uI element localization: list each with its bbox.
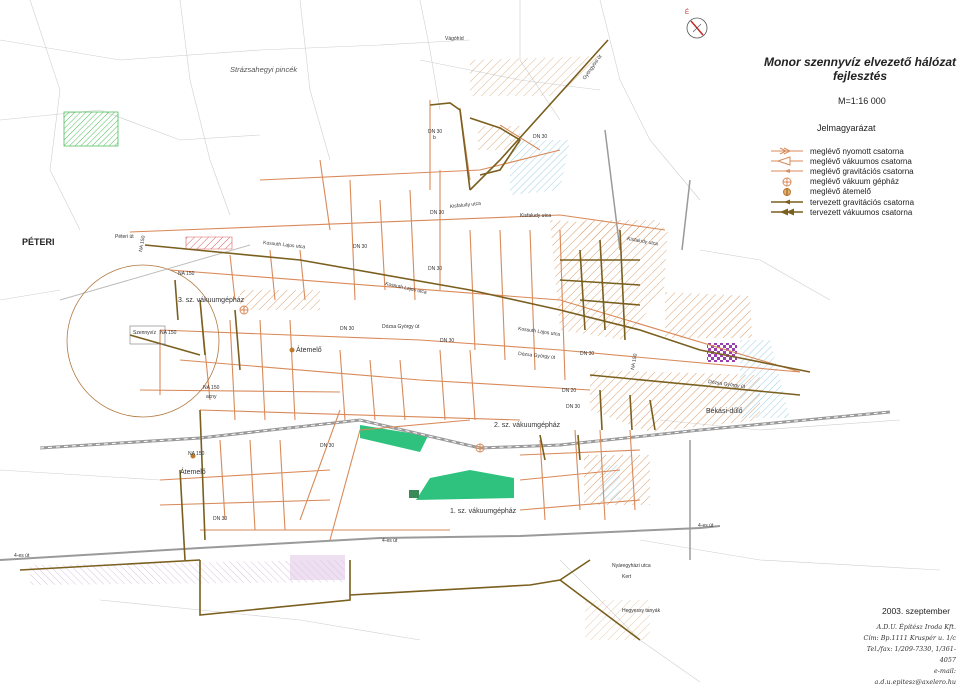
planned-gravity-icon [770, 197, 804, 207]
map-title: Monor szennyvíz elvezető hálózat fejlesz… [760, 55, 960, 83]
map-label: 2. sz. vákuumgépház [494, 422, 561, 429]
map-label: 4-es út [382, 538, 398, 544]
legend-label: meglévő nyomott csatorna [810, 146, 904, 156]
map-label: DN 30 [340, 326, 354, 332]
map-label: 3. sz. vákuumgépház [178, 297, 245, 304]
company-address: Cím: Bp.1111 Kruspér u. 1/c [863, 634, 956, 642]
map-label: NA 150 [188, 451, 205, 457]
park-green [416, 470, 514, 500]
map-label: NA 150 [630, 353, 639, 370]
building [409, 490, 419, 498]
map-label: NA 150 [160, 330, 177, 336]
map-label: Békási-dűlő [706, 408, 743, 415]
company-block: A.D.U. Építész Iroda Kft. Cím: Bp.1111 K… [852, 622, 956, 688]
map-label: Átemelő [180, 467, 206, 476]
hatched-zone [470, 56, 600, 96]
hatched-zone [240, 290, 320, 310]
map-label: Strázsahegyi pincék [230, 65, 298, 74]
company-name: A.D.U. Építész Iroda Kft. [876, 623, 956, 631]
map-label: DN 30 [430, 210, 444, 216]
legend-label: tervezett gravitációs csatorna [810, 197, 915, 207]
map-label: Dózsa György út [518, 351, 556, 361]
legend-label: tervezett vákuumos csatorna [810, 207, 913, 217]
company-email: e-mail: a.d.u.epitesz@axelero.hu [874, 667, 957, 686]
green-zone [63, 111, 119, 147]
map-label: Péteri út [115, 234, 134, 240]
map-label: Kossuth Lajos utca [385, 281, 428, 296]
map-label: Kert [622, 574, 632, 580]
title-line-1: Monor szennyvíz elvezető hálózat [763, 55, 957, 69]
legend-item: tervezett gravitációs csatorna [770, 197, 960, 207]
map-label: DN 30 [580, 351, 594, 357]
legend-label: meglévő gravitációs csatorna [810, 166, 914, 176]
legend-label: meglévő átemelő [810, 187, 871, 197]
map-label: Kossuth Lajos utca [518, 326, 561, 338]
issue-date: 2003. szeptember [882, 606, 951, 616]
map-label: DN 30 [320, 443, 334, 449]
legend-label: meglévő vákuumos csatorna [810, 156, 912, 166]
purple-zone [290, 555, 345, 580]
road-4 [0, 525, 721, 561]
vacuum-station-icon [770, 177, 804, 187]
title-line-2: fejlesztés [832, 69, 888, 83]
map-label: Kisfaludy utca [450, 201, 482, 210]
north-arrow-icon: É [685, 9, 708, 39]
zone-areas [30, 56, 790, 640]
pressure-pipe-icon [770, 146, 804, 156]
map-label: DN 30 [213, 516, 227, 522]
service-area-circle [66, 264, 220, 418]
company-phone: Tel./fax: 1/209-7330, 1/361-4057 [866, 645, 956, 664]
map-label: b [433, 135, 436, 141]
map-label: DN 30 [428, 266, 442, 272]
map-scale: M=1:16 000 [838, 96, 886, 106]
sewer-network-map: É PÉTERI Péteri út Strázsahegyi pincék 3… [0, 0, 941, 682]
legend-item: meglévő átemelő [770, 187, 960, 197]
svg-text:É: É [685, 9, 689, 16]
legend-label: meglévő vákuum gépház [810, 177, 899, 187]
map-label: Vágóhíd [445, 36, 464, 42]
legend-item: meglévő gravitációs csatorna [770, 166, 960, 176]
map-label: Nyáregyházi utca [612, 563, 651, 569]
map-label: DN 20 [562, 388, 576, 394]
pumping-station-icon [289, 347, 295, 353]
gravity-pipe-icon [770, 166, 804, 176]
legend-title: Jelmagyarázat [817, 123, 876, 133]
map-label: DN 30 [353, 244, 367, 250]
map-label: Kossuth Lajos utca [263, 240, 306, 250]
hatched-zone [665, 292, 752, 338]
vacuum-pipe-icon [770, 156, 804, 166]
map-label: acny [206, 394, 217, 400]
map-label: NA 150 [178, 271, 195, 277]
map-label: Szennyvíz [133, 330, 157, 336]
map-label: Kisfaludy utca [520, 213, 551, 219]
blue-zone [510, 140, 570, 195]
map-label: DN 30 [533, 134, 547, 140]
map-label: DN 30 [440, 338, 454, 344]
legend-item: meglévő vákuum gépház [770, 177, 960, 187]
legend-item: tervezett vákuumos csatorna [770, 207, 960, 217]
hatched-zone [590, 370, 760, 432]
map-label: Átemelő [296, 345, 322, 354]
map-label: 4-es út [698, 523, 714, 529]
pumping-station-icon [770, 187, 804, 197]
label-peteri: PÉTERI [22, 237, 55, 247]
map-label: NA 150 [203, 385, 220, 391]
map-label: DN 30 [566, 404, 580, 410]
legend-item: meglévő nyomott csatorna [770, 146, 960, 156]
map-label: Dózsa György út [382, 324, 420, 330]
map-label: NA 150 [138, 235, 147, 252]
red-zone [185, 236, 233, 250]
map-label: 4-es út [14, 553, 30, 559]
legend: meglévő nyomott csatorna meglévő vákuumo… [770, 146, 960, 217]
map-label: Hegyessy tanyák [622, 608, 661, 614]
planned-vacuum-icon [770, 207, 804, 217]
legend-item: meglévő vákuumos csatorna [770, 156, 960, 166]
map-label: 1. sz. vákuumgépház [450, 508, 517, 515]
